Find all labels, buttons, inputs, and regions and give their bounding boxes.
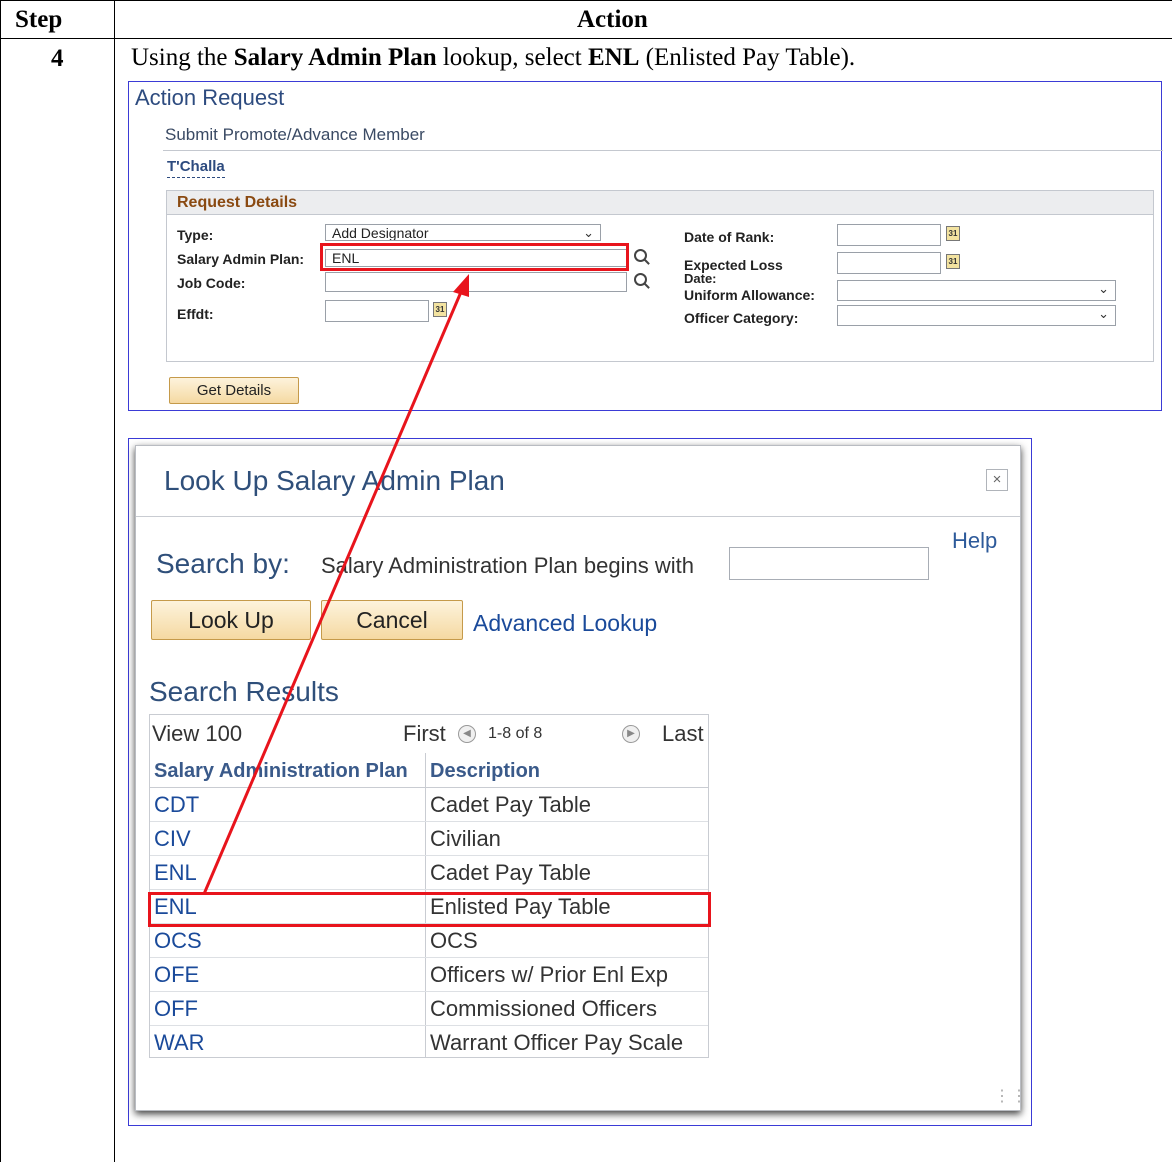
arrow-head — [453, 274, 469, 297]
callout-arrow — [202, 274, 469, 895]
arrow-line — [202, 291, 463, 895]
